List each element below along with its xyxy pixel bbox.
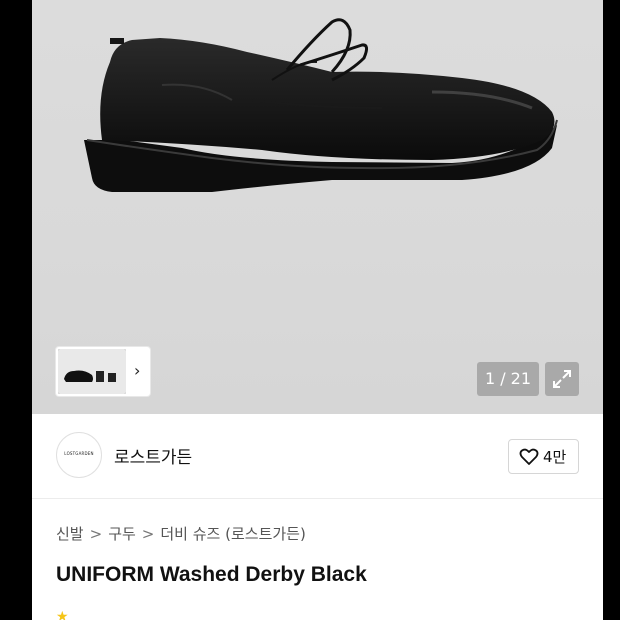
brand-logo[interactable]: LOSTGARDEN [56, 432, 102, 478]
like-count: 4만 [543, 448, 567, 466]
chevron-right-icon[interactable]: › [134, 361, 148, 381]
thumbnail-strip[interactable]: › [56, 347, 150, 396]
product-image [84, 18, 558, 192]
brand-row: LOSTGARDEN 로스트가든 4만 [32, 414, 603, 499]
image-counter: 1 / 21 [477, 362, 539, 396]
product-image-gallery[interactable]: › 1 / 21 [32, 0, 603, 414]
brand-name[interactable]: 로스트가든 [114, 443, 192, 468]
expand-icon[interactable] [545, 362, 579, 396]
like-button[interactable]: 4만 [508, 439, 579, 474]
breadcrumb-item[interactable]: 구두 [108, 525, 136, 543]
heart-icon [519, 448, 539, 465]
thumbnail-image[interactable] [58, 349, 126, 394]
breadcrumb-item[interactable]: 신발 [56, 525, 84, 543]
star-icon: ★ [56, 609, 69, 620]
product-page: › 1 / 21 LOSTGARDEN 로스트가든 4만 신발 > 구두 > 더비 슈즈… [32, 0, 603, 620]
breadcrumb-separator: > [89, 525, 103, 543]
product-title: UNIFORM Washed Derby Black [56, 563, 367, 586]
breadcrumb: 신발 > 구두 > 더비 슈즈 (로스트가든) [56, 523, 306, 544]
breadcrumb-separator: > [141, 525, 155, 543]
breadcrumb-item[interactable]: 더비 슈즈 (로스트가든) [160, 525, 305, 543]
